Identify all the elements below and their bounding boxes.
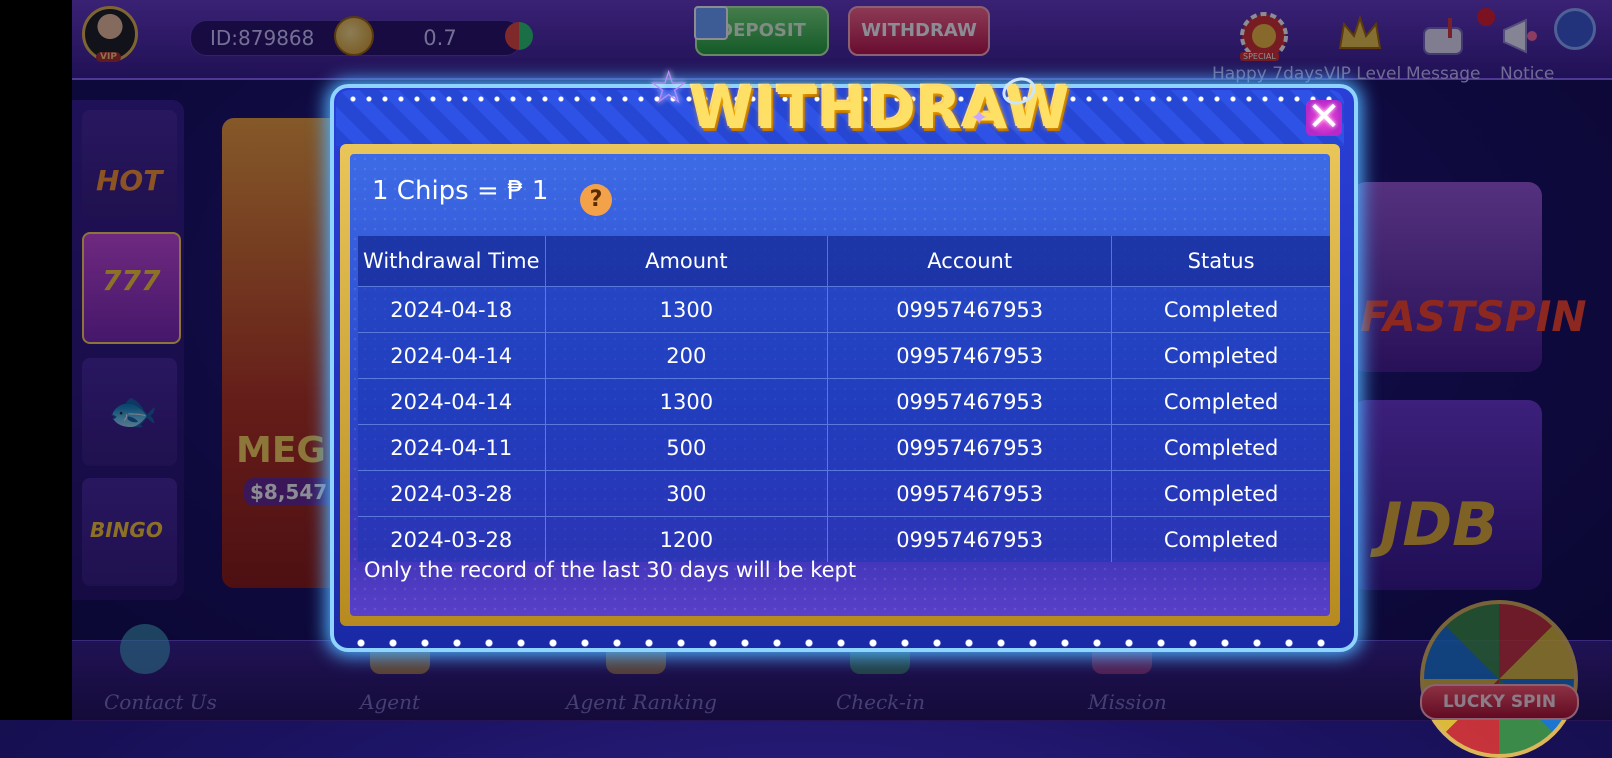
table-row: 2024-03-28 300 09957467953 Completed	[358, 470, 1330, 517]
star-icon: ☆	[648, 60, 690, 114]
table-row: 2024-04-14 1300 09957467953 Completed	[358, 378, 1330, 425]
screen-edge	[0, 0, 72, 720]
cell-time: 2024-04-11	[358, 424, 546, 471]
modal-title: WITHDRAW	[690, 74, 1071, 142]
cell-account: 09957467953	[827, 470, 1113, 517]
cell-status: Completed	[1111, 424, 1330, 471]
cell-account: 09957467953	[827, 516, 1113, 562]
cell-status: Completed	[1111, 286, 1330, 333]
cell-time: 2024-03-28	[358, 470, 546, 517]
cell-amount: 300	[545, 470, 829, 517]
sparkle-icon: ✦	[970, 106, 989, 131]
cell-time: 2024-04-14	[358, 378, 546, 425]
exchange-rate: 1 Chips = ₱ 1	[372, 176, 549, 206]
cell-amount: 1200	[545, 516, 829, 562]
marquee-lights-bottom	[345, 638, 1335, 648]
cell-amount: 500	[545, 424, 829, 471]
cell-status: Completed	[1111, 332, 1330, 379]
close-button[interactable]: ✕	[1306, 97, 1342, 137]
table-row: 2024-04-14 200 09957467953 Completed	[358, 332, 1330, 379]
help-icon[interactable]: ?	[580, 184, 612, 216]
cell-amount: 1300	[545, 378, 829, 425]
cell-amount: 200	[545, 332, 829, 379]
table-row: 2024-04-18 1300 09957467953 Completed	[358, 286, 1330, 333]
table-row: 2024-04-11 500 09957467953 Completed	[358, 424, 1330, 471]
cell-amount: 1300	[545, 286, 829, 333]
cell-time: 2024-04-14	[358, 332, 546, 379]
cell-time: 2024-03-28	[358, 516, 546, 562]
table-header-row: Withdrawal Time Amount Account Status	[358, 236, 1330, 287]
retention-note: Only the record of the last 30 days will…	[364, 558, 857, 582]
cell-account: 09957467953	[827, 424, 1113, 471]
col-status: Status	[1111, 236, 1330, 287]
cell-account: 09957467953	[827, 286, 1113, 333]
cell-time: 2024-04-18	[358, 286, 546, 333]
withdraw-records-table: Withdrawal Time Amount Account Status 20…	[358, 236, 1330, 562]
col-withdrawal-time: Withdrawal Time	[358, 236, 546, 287]
cell-status: Completed	[1111, 378, 1330, 425]
col-account: Account	[827, 236, 1113, 287]
table-row: 2024-03-28 1200 09957467953 Completed	[358, 516, 1330, 562]
cell-status: Completed	[1111, 516, 1330, 562]
cell-status: Completed	[1111, 470, 1330, 517]
col-amount: Amount	[545, 236, 829, 287]
cell-account: 09957467953	[827, 332, 1113, 379]
cell-account: 09957467953	[827, 378, 1113, 425]
